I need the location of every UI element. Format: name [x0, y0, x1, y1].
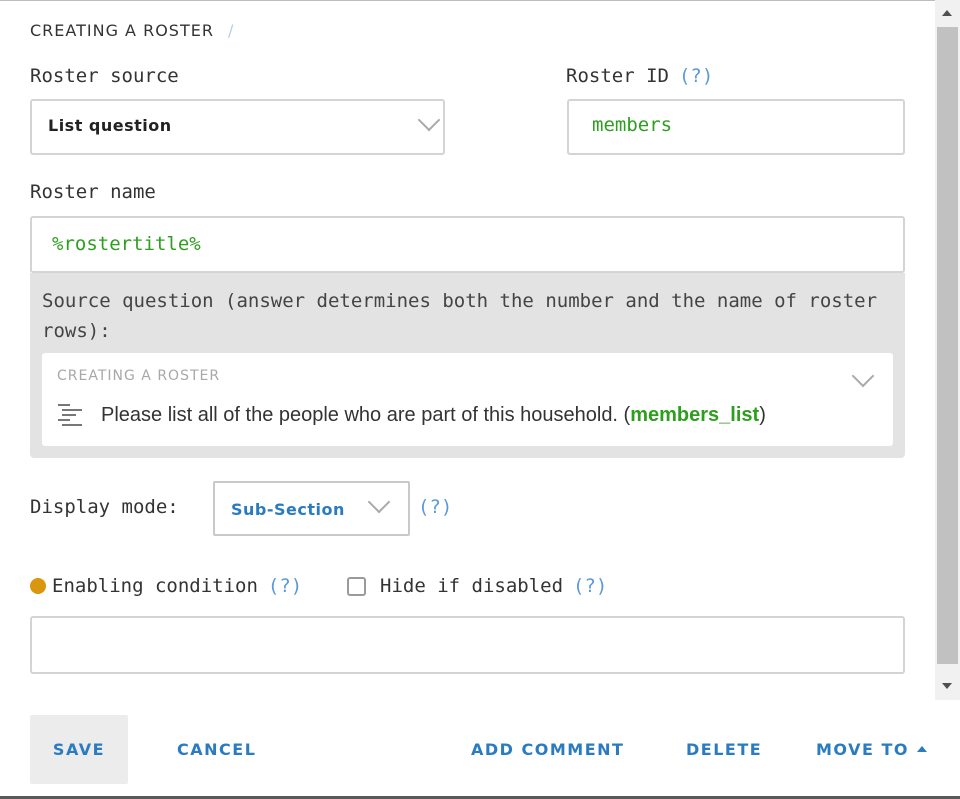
- move-to-button[interactable]: MOVE TO: [816, 740, 927, 759]
- scroll-thumb[interactable]: [937, 27, 958, 664]
- cancel-button[interactable]: CANCEL: [177, 740, 256, 759]
- enabling-condition-label: Enabling condition (?): [52, 575, 302, 597]
- enabling-condition-help[interactable]: (?): [268, 575, 302, 597]
- roster-name-label: Roster name: [30, 181, 156, 203]
- roster-source-select[interactable]: List question: [30, 99, 445, 155]
- breadcrumb-separator: /: [227, 21, 235, 40]
- chevron-down-icon: [851, 364, 875, 388]
- roster-source-label: Roster source: [30, 65, 179, 87]
- source-question-select[interactable]: CREATING A ROSTER Please list all of the…: [42, 353, 893, 446]
- roster-source-value: List question: [48, 116, 172, 135]
- display-mode-label: Display mode:: [30, 496, 179, 518]
- hide-if-disabled-label: Hide if disabled (?): [380, 575, 607, 597]
- display-mode-help[interactable]: (?): [418, 496, 452, 518]
- display-mode-select[interactable]: Sub-Section: [213, 481, 410, 536]
- roster-name-input[interactable]: %rostertitle%: [30, 216, 905, 273]
- add-comment-button[interactable]: ADD COMMENT: [471, 740, 624, 759]
- chevron-down-icon: [417, 108, 441, 132]
- roster-id-help[interactable]: (?): [679, 65, 713, 87]
- move-to-label: MOVE TO: [816, 740, 909, 759]
- question-text-closing: ): [759, 404, 766, 426]
- source-question-text: Please list all of the people who are pa…: [101, 404, 766, 427]
- caret-up-icon: [917, 746, 927, 752]
- scroll-up-arrow-icon[interactable]: [942, 10, 952, 16]
- hide-if-disabled-checkbox[interactable]: [347, 577, 366, 596]
- scroll-down-arrow-icon[interactable]: [942, 683, 952, 689]
- display-mode-value: Sub-Section: [231, 500, 345, 519]
- roster-name-value: %rostertitle%: [52, 233, 201, 255]
- save-button[interactable]: SAVE: [30, 715, 128, 784]
- roster-id-label: Roster ID (?): [566, 65, 713, 87]
- enabling-condition-label-text: Enabling condition: [52, 575, 258, 597]
- hide-if-disabled-label-text[interactable]: Hide if disabled: [380, 575, 563, 597]
- roster-editor: CREATING A ROSTER / Roster source List qu…: [0, 0, 934, 700]
- delete-button[interactable]: DELETE: [686, 740, 762, 759]
- enabling-condition-input[interactable]: [30, 616, 905, 674]
- roster-id-label-text: Roster ID: [566, 65, 669, 87]
- display-mode-help-wrap: (?): [408, 496, 452, 518]
- roster-id-input[interactable]: members: [567, 99, 905, 155]
- vertical-scrollbar[interactable]: [935, 0, 960, 700]
- hide-if-disabled-help[interactable]: (?): [573, 575, 607, 597]
- source-question-panel: Source question (answer determines both …: [30, 273, 905, 458]
- breadcrumb: CREATING A ROSTER /: [30, 21, 234, 40]
- question-text: Please list all of the people who are pa…: [101, 404, 631, 426]
- source-question-section: CREATING A ROSTER: [57, 368, 221, 384]
- list-icon: [56, 403, 82, 429]
- chevron-down-icon: [367, 490, 391, 514]
- source-question-description: Source question (answer determines both …: [42, 290, 878, 342]
- question-variable: members_list: [630, 404, 760, 426]
- enabling-condition-status-dot: [30, 578, 46, 594]
- action-bar: SAVE CANCEL ADD COMMENT DELETE MOVE TO: [0, 700, 960, 796]
- roster-id-value: members: [592, 114, 673, 136]
- breadcrumb-section[interactable]: CREATING A ROSTER: [30, 21, 214, 40]
